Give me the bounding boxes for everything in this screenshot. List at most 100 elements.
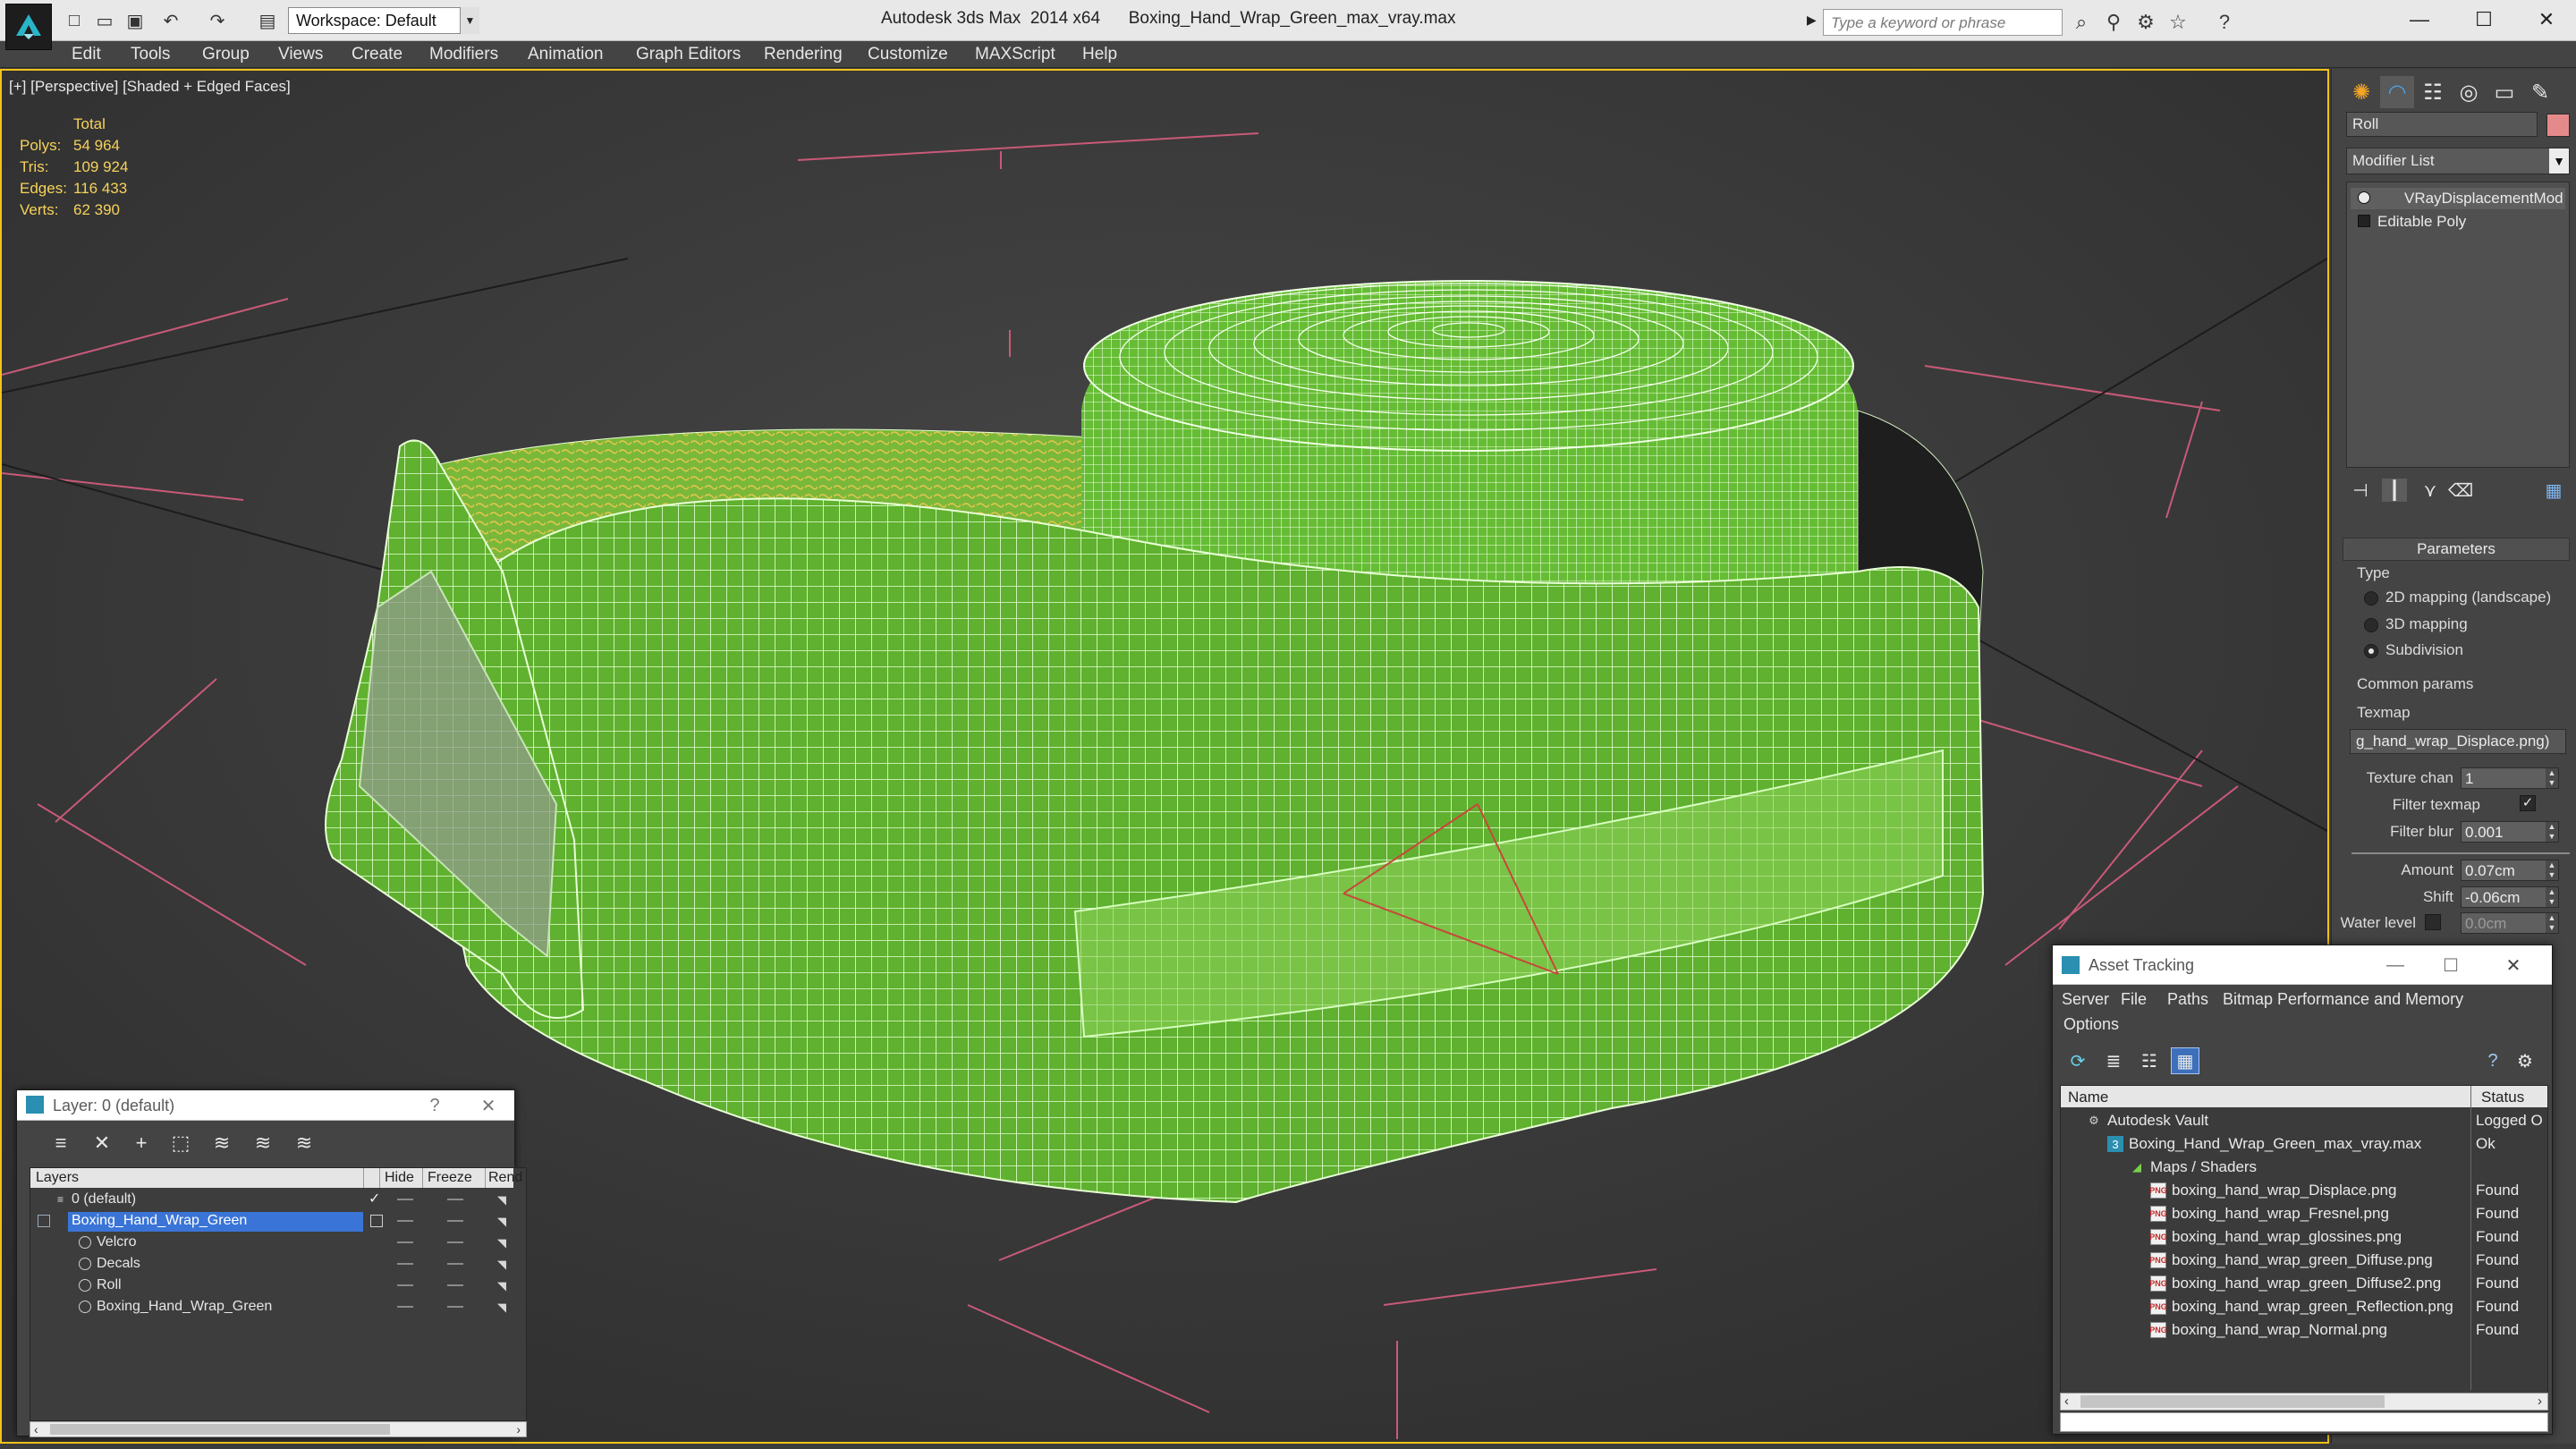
make-unique-icon[interactable]: ⋎	[2418, 479, 2443, 502]
asset-menu-paths[interactable]: Paths	[2167, 990, 2208, 1009]
search-input[interactable]: Type a keyword or phrase	[1823, 9, 2063, 36]
texmap-button[interactable]: g_hand_wrap_Displace.png)	[2350, 729, 2566, 754]
menu-graph-editors[interactable]: Graph Editors	[636, 45, 741, 64]
freeze-toggle[interactable]	[447, 1220, 463, 1222]
create-layer-icon[interactable]: ≡	[47, 1130, 74, 1157]
menu-edit[interactable]: Edit	[72, 45, 101, 64]
refresh-icon[interactable]: ⟳	[2063, 1047, 2092, 1074]
hide-toggle[interactable]	[397, 1263, 413, 1265]
render-teapot-icon[interactable]: ◥	[497, 1193, 512, 1207]
horizontal-scrollbar[interactable]: ‹ ›	[30, 1421, 527, 1437]
scroll-right-icon[interactable]: ›	[516, 1422, 521, 1436]
menu-group[interactable]: Group	[202, 45, 250, 64]
list-view-icon[interactable]: ≣	[2099, 1047, 2128, 1074]
spinner-arrows-icon[interactable]: ▲ ▼	[2546, 822, 2558, 842]
minimize-icon[interactable]: —	[2382, 953, 2409, 977]
layer-row[interactable]: Roll ◥	[32, 1275, 512, 1297]
radio-subdivision[interactable]	[2364, 644, 2378, 658]
menu-customize[interactable]: Customize	[868, 45, 948, 64]
object-name-field[interactable]: Roll	[2346, 112, 2538, 137]
spinner-arrows-icon[interactable]: ▲ ▼	[2546, 887, 2558, 907]
spinner-arrows-icon[interactable]: ▲ ▼	[2546, 768, 2558, 788]
asset-row[interactable]: PNG boxing_hand_wrap_green_Diffuse.png F…	[2061, 1249, 2547, 1272]
search-expand-icon[interactable]: ▶	[1807, 13, 1819, 32]
layer-name[interactable]: Boxing_Hand_Wrap_Green	[93, 1298, 275, 1318]
menu-rendering[interactable]: Rendering	[764, 45, 843, 64]
help-icon[interactable]: ?	[421, 1094, 448, 1117]
asset-row[interactable]: PNG boxing_hand_wrap_Displace.png Found	[2061, 1179, 2547, 1202]
freeze-toggle[interactable]	[447, 1263, 463, 1265]
render-teapot-icon[interactable]: ◥	[497, 1258, 512, 1271]
show-end-result-icon[interactable]: ┃	[2382, 479, 2407, 502]
column-header-render[interactable]: Rend	[488, 1170, 522, 1186]
render-teapot-icon[interactable]: ◥	[497, 1215, 512, 1228]
scroll-right-icon[interactable]: ›	[2538, 1394, 2542, 1409]
redo-icon[interactable]: ↷	[206, 9, 229, 32]
freeze-toggle[interactable]	[447, 1284, 463, 1286]
layer-row[interactable]: Boxing_Hand_Wrap_Green ◥	[32, 1297, 512, 1318]
layer-name[interactable]: Roll	[93, 1276, 125, 1296]
object-color-swatch[interactable]	[2546, 114, 2570, 137]
subscription-icon[interactable]: ⚲	[2102, 11, 2125, 34]
current-layer-box[interactable]	[370, 1215, 383, 1227]
texture-chan-spinner[interactable]: 1 ▲ ▼	[2461, 767, 2559, 789]
project-folder-icon[interactable]: ▤	[256, 9, 279, 32]
column-header-name[interactable]: Name	[2068, 1089, 2108, 1106]
layer-row[interactable]: ≡ 0 (default) ✓ ◥	[32, 1190, 512, 1211]
column-header-freeze[interactable]: Freeze	[428, 1170, 472, 1186]
menu-modifiers[interactable]: Modifiers	[429, 45, 498, 64]
lightbulb-icon[interactable]	[2358, 191, 2370, 204]
layer-name[interactable]: Decals	[93, 1255, 144, 1275]
create-tab-icon[interactable]: ✺	[2344, 76, 2378, 108]
render-teapot-icon[interactable]: ◥	[497, 1279, 512, 1292]
add-to-layer-icon[interactable]: +	[128, 1130, 155, 1157]
settings-icon[interactable]: ⚙	[2511, 1047, 2539, 1074]
menu-maxscript[interactable]: MAXScript	[975, 45, 1055, 64]
remove-modifier-icon[interactable]: ⌫	[2448, 479, 2473, 502]
hide-toggle[interactable]	[397, 1220, 413, 1222]
scroll-left-icon[interactable]: ‹	[2064, 1394, 2069, 1409]
radio-3d-mapping[interactable]	[2364, 618, 2378, 632]
asset-row[interactable]: PNG boxing_hand_wrap_Normal.png Found	[2061, 1318, 2547, 1342]
asset-row[interactable]: 3 Boxing_Hand_Wrap_Green_max_vray.max Ok	[2061, 1132, 2547, 1156]
stack-item-vray-displacement[interactable]: VRayDisplacementMod	[2351, 188, 2565, 209]
asset-menu-server[interactable]: Server	[2062, 990, 2109, 1009]
asset-menu-options[interactable]: Options	[2063, 1015, 2119, 1034]
layer-row[interactable]: Velcro ◥	[32, 1233, 512, 1254]
table-view-icon[interactable]: ☷	[2135, 1047, 2164, 1074]
asset-row[interactable]: PNG boxing_hand_wrap_green_Diffuse2.png …	[2061, 1272, 2547, 1295]
modify-tab-icon[interactable]: ◠	[2380, 76, 2414, 108]
spinner-arrows-icon[interactable]: ▲ ▼	[2546, 913, 2558, 933]
workspace-dropdown[interactable]: Workspace: Default	[288, 7, 479, 34]
favorites-star-icon[interactable]: ☆	[2166, 11, 2190, 34]
filter-texmap-checkbox[interactable]: ✓	[2520, 795, 2536, 811]
layer-row[interactable]: Boxing_Hand_Wrap_Green ◥	[32, 1211, 512, 1233]
new-file-icon[interactable]: □	[63, 9, 86, 32]
hierarchy-tab-icon[interactable]: ☷	[2416, 76, 2450, 108]
undo-icon[interactable]: ↶	[159, 9, 182, 32]
freeze-toggle[interactable]	[447, 1241, 463, 1243]
menu-create[interactable]: Create	[352, 45, 402, 64]
maximize-icon[interactable]: ☐	[2458, 2, 2510, 38]
viewport-label[interactable]: [+] [Perspective] [Shaded + Edged Faces]	[9, 78, 291, 96]
grid-view-icon[interactable]: ▦	[2171, 1047, 2199, 1074]
scrollbar-thumb[interactable]	[50, 1424, 390, 1435]
binoculars-icon[interactable]: ⌕	[2070, 11, 2093, 34]
configure-sets-icon[interactable]: ▦	[2541, 479, 2566, 502]
stack-item-editable-poly[interactable]: Editable Poly	[2351, 211, 2565, 233]
asset-row[interactable]: PNG boxing_hand_wrap_glossines.png Found	[2061, 1225, 2547, 1249]
select-objects-icon[interactable]: ⬚	[167, 1130, 194, 1157]
hide-toggle[interactable]	[397, 1306, 413, 1308]
communication-icon[interactable]: ⚙	[2134, 11, 2157, 34]
radio-2d-mapping[interactable]	[2364, 591, 2378, 606]
layer-row[interactable]: Decals ◥	[32, 1254, 512, 1275]
menu-views[interactable]: Views	[278, 45, 323, 64]
hide-all-icon[interactable]: ≋	[250, 1130, 276, 1157]
hide-toggle[interactable]	[397, 1284, 413, 1286]
menu-animation[interactable]: Animation	[528, 45, 604, 64]
filter-blur-spinner[interactable]: 0.001 ▲ ▼	[2461, 821, 2559, 843]
hide-toggle[interactable]	[397, 1199, 413, 1200]
parameters-rollout-header[interactable]: Parameters	[2343, 538, 2570, 561]
save-file-icon[interactable]: ▣	[123, 9, 147, 32]
spinner-arrows-icon[interactable]: ▲ ▼	[2546, 860, 2558, 880]
